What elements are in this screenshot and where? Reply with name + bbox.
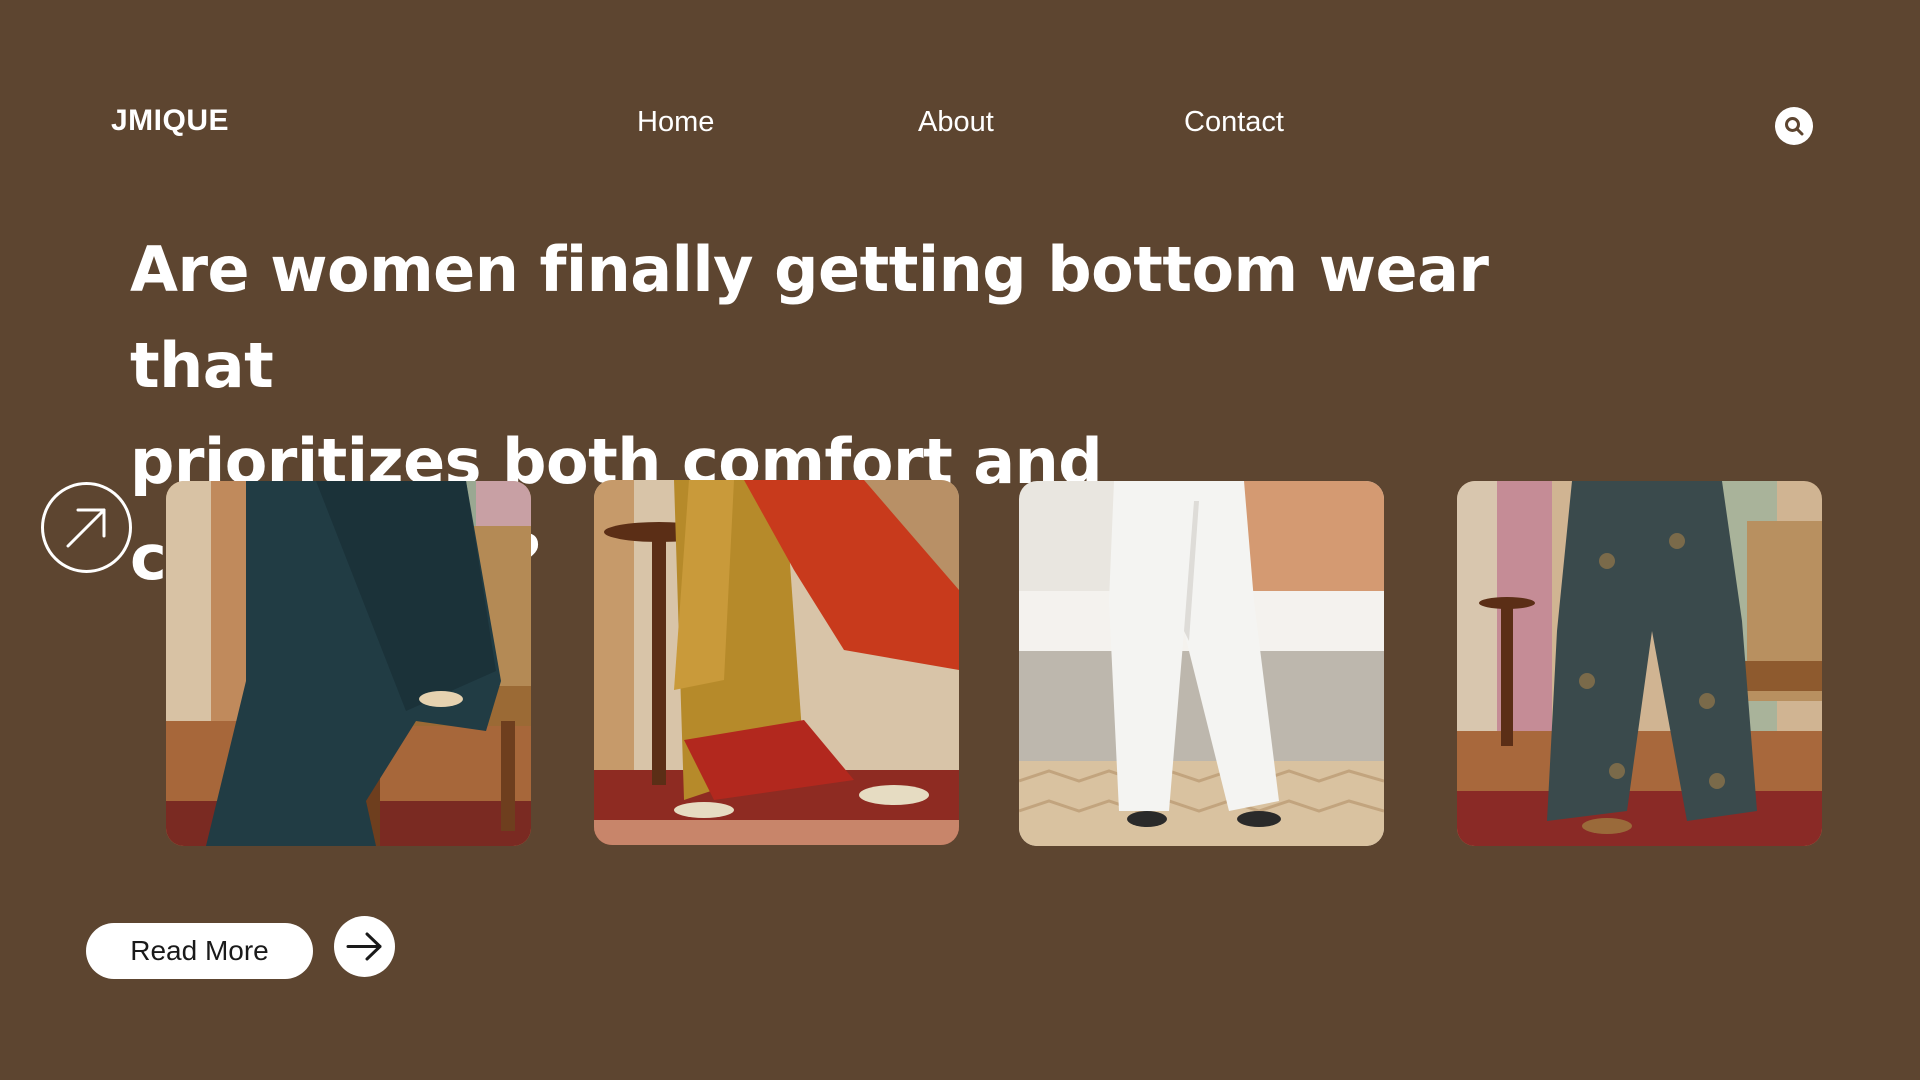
read-more-button[interactable]: Read More	[86, 923, 313, 979]
hero-headline-line-1: Are women finally getting bottom wear th…	[130, 233, 1489, 402]
product-image	[594, 480, 959, 845]
search-icon	[1785, 117, 1804, 136]
next-button[interactable]	[334, 916, 395, 977]
nav-contact-link[interactable]: Contact	[1184, 106, 1284, 139]
brand-logo[interactable]: JMIQUE	[111, 104, 229, 138]
product-card-dark-teal-pants[interactable]	[166, 481, 531, 846]
expand-gallery-button[interactable]	[41, 482, 132, 573]
nav-about-link[interactable]: About	[918, 106, 994, 139]
search-button[interactable]	[1775, 107, 1813, 145]
arrow-right-icon	[346, 932, 382, 961]
product-card-white-pants[interactable]	[1019, 481, 1384, 846]
product-image	[1019, 481, 1384, 846]
product-card-printed-palazzo[interactable]	[1457, 481, 1822, 846]
arrow-up-right-icon	[66, 508, 106, 548]
page: JMIQUE Home About Contact Are women fina…	[0, 0, 1920, 1080]
product-image	[166, 481, 531, 846]
nav-home-link[interactable]: Home	[637, 106, 714, 139]
product-card-red-printed-pants[interactable]	[594, 480, 959, 845]
product-image	[1457, 481, 1822, 846]
